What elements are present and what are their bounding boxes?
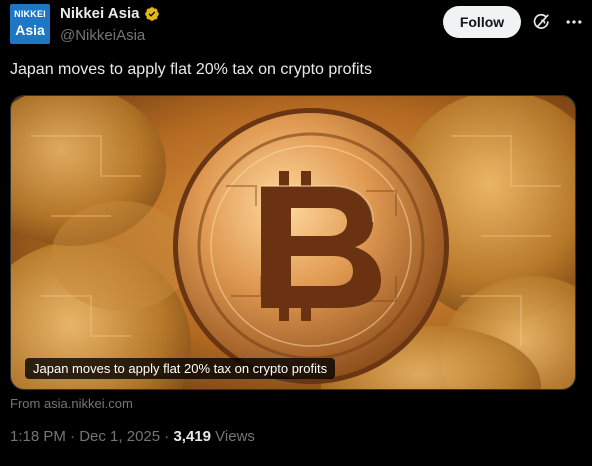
separator: · <box>164 428 170 445</box>
tweet-time[interactable]: 1:18 PM <box>10 428 66 445</box>
tweet-meta: 1:18 PM · Dec 1, 2025 · 3,419 Views <box>10 428 255 445</box>
tweet-date[interactable]: Dec 1, 2025 <box>79 428 160 445</box>
card-source[interactable]: From asia.nikkei.com <box>10 396 133 411</box>
verified-badge-icon[interactable] <box>144 6 160 22</box>
name-row: Nikkei Asia <box>60 5 160 22</box>
separator: · <box>70 428 76 445</box>
avatar-text-bottom: Asia <box>15 22 45 38</box>
follow-button[interactable]: Follow <box>443 6 521 38</box>
more-options-button[interactable] <box>562 10 586 34</box>
card-title: Japan moves to apply flat 20% tax on cry… <box>25 358 336 379</box>
avatar-text-top: NIKKEI <box>14 9 46 19</box>
avatar[interactable]: NIKKEI Asia <box>10 4 50 44</box>
display-name[interactable]: Nikkei Asia <box>60 5 140 22</box>
views-count: 3,419 <box>173 428 211 445</box>
account-handle[interactable]: @NikkeiAsia <box>60 27 145 44</box>
link-card[interactable]: Japan moves to apply flat 20% tax on cry… <box>10 95 576 390</box>
grok-icon <box>533 13 549 29</box>
tweet-text: Japan moves to apply flat 20% tax on cry… <box>10 61 372 78</box>
views-label: Views <box>215 428 255 445</box>
bitcoin-coins-image <box>11 96 575 389</box>
more-icon <box>566 20 582 24</box>
tweet-header: NIKKEI Asia Nikkei Asia @NikkeiAsia Foll… <box>10 4 582 48</box>
grok-button[interactable] <box>530 10 554 34</box>
